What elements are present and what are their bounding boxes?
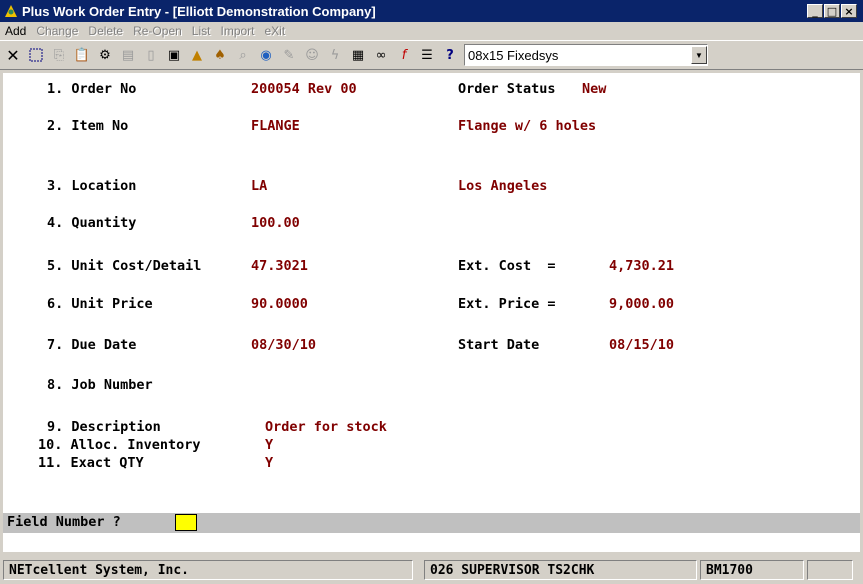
app-icon <box>4 4 18 18</box>
exact-qty-label: 11. Exact QTY <box>38 455 144 471</box>
font-select[interactable]: 08x15 Fixedsys ▼ <box>464 44 708 66</box>
item-no-label: 2. Item No <box>47 118 129 134</box>
menu-bar: Add Change Delete Re-Open List Import eX… <box>0 22 863 40</box>
menu-reopen[interactable]: Re-Open <box>128 24 187 38</box>
ext-price-label: Ext. Price = <box>458 296 556 312</box>
order-status-label: Order Status <box>458 81 556 97</box>
user-icon[interactable]: ☺ <box>302 44 322 66</box>
link-icon[interactable]: ∞ <box>371 44 391 66</box>
copy-icon[interactable]: ⎘ <box>49 44 69 66</box>
ext-price-value: 9,000.00 <box>609 296 675 312</box>
alloc-inventory-label: 10. Alloc. Inventory <box>38 437 201 453</box>
terminal-screen: 1. Order No 200054 Rev 00 Order Status N… <box>3 73 860 552</box>
menu-list[interactable]: List <box>187 24 216 38</box>
status-bar: NETcellent System, Inc. 026 SUPERVISOR T… <box>0 556 863 584</box>
unit-price-label: 6. Unit Price <box>47 296 153 312</box>
close-button[interactable]: × <box>841 4 857 18</box>
quantity-value: 100.00 <box>251 215 300 231</box>
due-date-value: 08/30/10 <box>251 337 317 353</box>
field-number-prompt: Field Number ? <box>7 514 121 530</box>
ext-cost-value: 4,730.21 <box>609 258 675 274</box>
highlight-icon[interactable]: ✎ <box>279 44 299 66</box>
toolbar: ✕ ⎘ 📋 ⚙ ▤ ▯ ▣ ▲ ♠ ⌕ ◉ ✎ ☺ ϟ ▦ ∞ f ☰ ? 08… <box>0 40 863 70</box>
status-extra <box>807 560 853 580</box>
job-number-label: 8. Job Number <box>47 377 153 393</box>
unit-cost-label: 5. Unit Cost/Detail <box>47 258 202 274</box>
status-company: NETcellent System, Inc. <box>3 560 413 580</box>
location-description: Los Angeles <box>458 178 548 194</box>
menu-add[interactable]: Add <box>0 24 31 38</box>
chevron-down-icon[interactable]: ▼ <box>691 46 707 64</box>
description-label: 9. Description <box>47 419 161 435</box>
start-date-value: 08/15/10 <box>609 337 675 353</box>
menu-import[interactable]: Import <box>215 24 259 38</box>
function-icon[interactable]: f <box>394 44 414 66</box>
settings-icon[interactable]: ⚙ <box>95 44 115 66</box>
select-icon[interactable] <box>26 44 46 66</box>
status-user: 026 SUPERVISOR TS2CHK <box>424 560 697 580</box>
order-status-value: New <box>582 81 607 97</box>
window-title: Plus Work Order Entry - [Elliott Demonst… <box>22 3 376 19</box>
font-select-value: 08x15 Fixedsys <box>468 47 559 63</box>
document-icon[interactable]: ▯ <box>141 44 161 66</box>
item-description: Flange w/ 6 holes <box>458 118 597 134</box>
alloc-inventory-value: Y <box>265 437 274 453</box>
print-icon[interactable]: ▣ <box>164 44 184 66</box>
prompt-row: Field Number ? <box>3 513 860 533</box>
help-icon[interactable]: ? <box>440 44 460 66</box>
web-icon[interactable]: ◉ <box>256 44 276 66</box>
order-no-label: 1. Order No <box>47 81 137 97</box>
start-date-label: Start Date <box>458 337 540 353</box>
unit-cost-value: 47.3021 <box>251 258 308 274</box>
quantity-label: 4. Quantity <box>47 215 137 231</box>
maximize-button[interactable]: □ <box>824 4 840 18</box>
exact-qty-value: Y <box>265 455 274 471</box>
location-value: LA <box>251 178 268 194</box>
order-no-value: 200054 Rev 00 <box>251 81 357 97</box>
menu-change[interactable]: Change <box>31 24 83 38</box>
properties-icon[interactable]: ▤ <box>118 44 138 66</box>
status-program: BM1700 <box>700 560 804 580</box>
menu-exit[interactable]: eXit <box>260 24 291 38</box>
calculator-icon[interactable]: ▦ <box>348 44 368 66</box>
location-label: 3. Location <box>47 178 137 194</box>
item-no-value: FLANGE <box>251 118 300 134</box>
paste-icon[interactable]: 📋 <box>72 44 92 66</box>
due-date-label: 7. Due Date <box>47 337 137 353</box>
ext-cost-label: Ext. Cost = <box>458 258 556 274</box>
description-value: Order for stock <box>265 419 387 435</box>
title-bar: Plus Work Order Entry - [Elliott Demonst… <box>0 0 863 22</box>
lightning-icon[interactable]: ϟ <box>325 44 345 66</box>
alert-icon[interactable]: ▲ <box>187 44 207 66</box>
cancel-icon[interactable]: ✕ <box>3 44 23 66</box>
application-window: Plus Work Order Entry - [Elliott Demonst… <box>0 0 863 584</box>
menu-delete[interactable]: Delete <box>83 24 128 38</box>
minimize-button[interactable]: _ <box>807 4 823 18</box>
find-icon[interactable]: ♠ <box>210 44 230 66</box>
unit-price-value: 90.0000 <box>251 296 308 312</box>
zoom-icon[interactable]: ⌕ <box>233 44 253 66</box>
field-number-input[interactable] <box>175 514 197 531</box>
list-icon[interactable]: ☰ <box>417 44 437 66</box>
